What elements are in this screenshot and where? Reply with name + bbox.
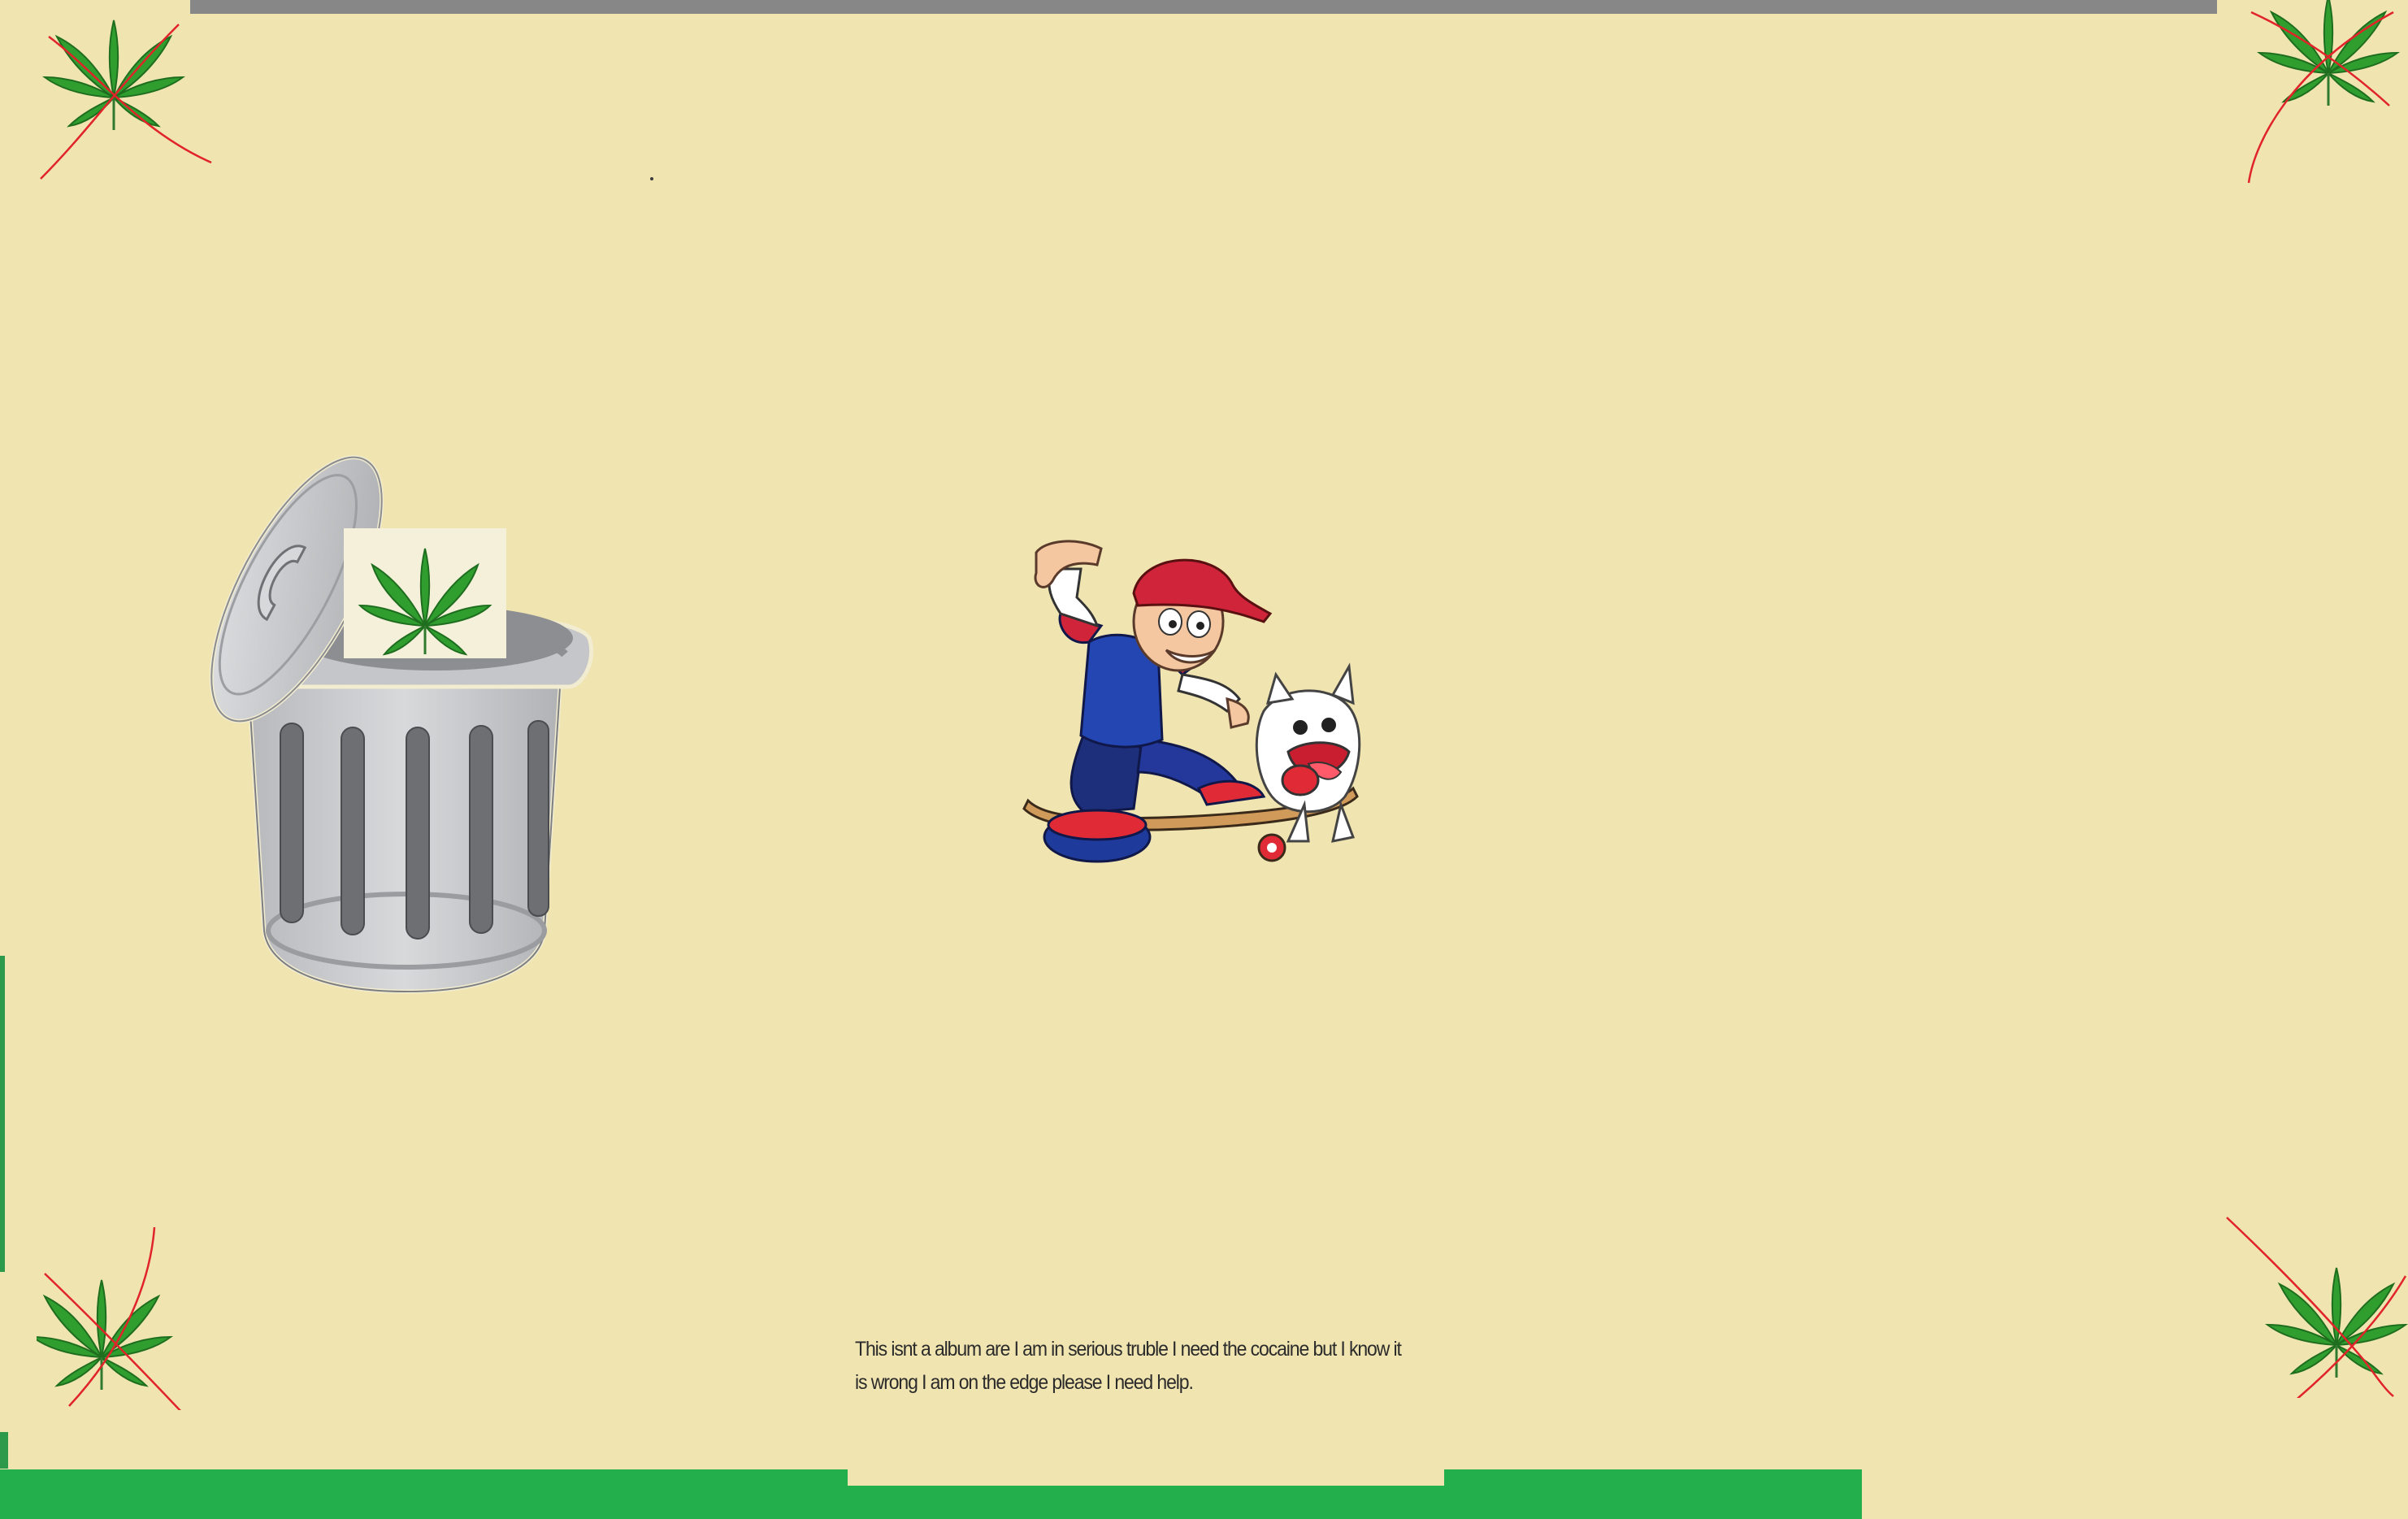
crossed-out-leaf-icon-top-left <box>40 20 212 180</box>
crossed-out-leaf-icon-bottom-left <box>37 1226 181 1410</box>
caption-text: This isnt a album are I am in serious tr… <box>855 1338 1402 1394</box>
bottom-green-bar-center <box>848 1486 1444 1519</box>
crossed-out-leaf-icon-top-right <box>2247 0 2401 184</box>
skateboarder-with-dog-illustration <box>1022 540 1361 863</box>
trash-can-illustration <box>209 455 594 994</box>
crossed-out-leaf-icon-bottom-right <box>2226 1217 2408 1398</box>
top-gray-bar <box>190 0 2217 14</box>
bottom-green-bar-left <box>0 1469 848 1519</box>
page-canvas: This isnt a album are I am in serious tr… <box>0 0 2408 1519</box>
left-bottom-green-edge <box>0 1432 18 1469</box>
stray-dot <box>650 177 653 180</box>
bottom-green-bar-right <box>1444 1469 1862 1519</box>
left-green-edge <box>0 956 18 1272</box>
